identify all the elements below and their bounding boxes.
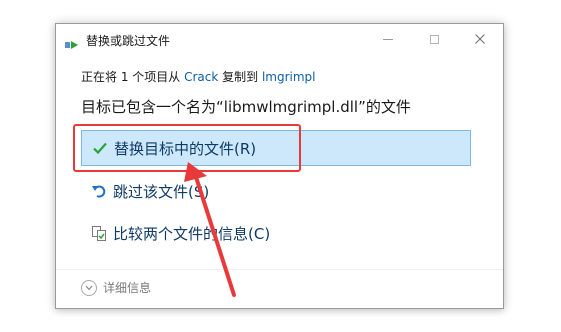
minimize-icon — [383, 38, 393, 40]
status-prefix: 正在将 1 个项目从 — [81, 70, 185, 84]
title-bar[interactable]: 替换或跳过文件 — [56, 24, 503, 56]
copy-files-icon — [65, 35, 79, 49]
compare-option-label: 比较两个文件的信息(C) — [113, 224, 271, 243]
copy-status-line: 正在将 1 个项目从 Crack 复制到 lmgrimpl — [81, 68, 316, 85]
maximize-icon — [429, 34, 439, 44]
footer-divider — [56, 269, 503, 270]
skip-arrow-icon — [91, 183, 107, 199]
details-toggle[interactable]: 详细信息 — [81, 279, 151, 296]
window-title: 替换或跳过文件 — [86, 34, 171, 48]
compare-files-icon — [91, 225, 107, 241]
skip-file-option[interactable]: 跳过该文件(S) — [81, 173, 471, 209]
compare-files-option[interactable]: 比较两个文件的信息(C) — [81, 215, 471, 251]
minimize-button[interactable] — [365, 24, 411, 54]
status-middle: 复制到 — [218, 70, 262, 84]
conflict-heading: 目标已包含一个名为“libmwlmgrimpl.dll”的文件 — [81, 98, 411, 116]
screenshot-stage: 替换或跳过文件 正在将 1 个项目从 Crack 复制到 lmgrimpl 目标… — [0, 0, 561, 332]
destination-folder-link[interactable]: lmgrimpl — [262, 70, 316, 84]
chevron-down-icon — [81, 279, 97, 296]
annotation-highlight-box — [73, 124, 301, 172]
maximize-button[interactable] — [411, 24, 457, 54]
close-button[interactable] — [457, 24, 503, 54]
skip-option-label: 跳过该文件(S) — [113, 182, 210, 201]
source-folder-link[interactable]: Crack — [184, 70, 218, 84]
close-icon — [475, 34, 485, 44]
details-label: 详细信息 — [103, 281, 152, 295]
